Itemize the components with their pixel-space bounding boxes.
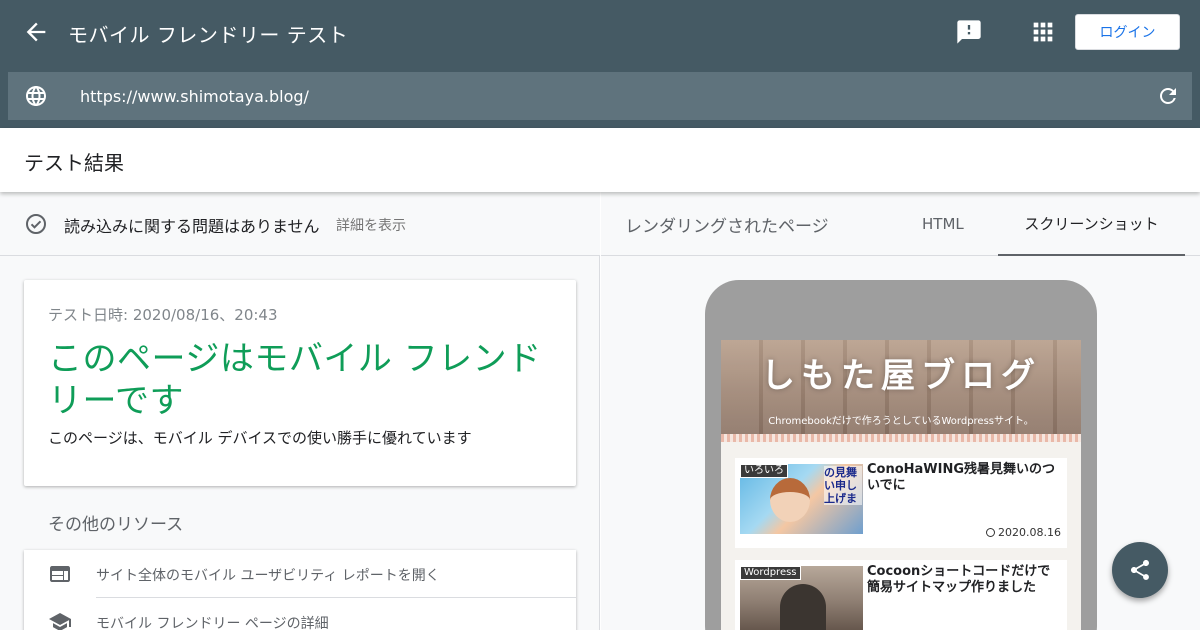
clock-icon [986,528,996,537]
resource-label: モバイル フレンドリー ページの詳細 [96,616,329,630]
blog-header-stripe [721,434,1081,442]
tab-screenshot[interactable]: スクリーンショット [998,192,1185,256]
loading-status-text: 読み込みに関する問題はありません [64,217,320,236]
app-title: モバイル フレンドリー テスト [68,23,349,47]
thumbnail-figure [780,584,826,630]
share-button[interactable] [1112,542,1168,598]
school-icon [49,613,71,630]
loading-status-row: 読み込みに関する問題はありません 詳細を表示 [0,192,600,256]
show-details-link[interactable]: 詳細を表示 [336,215,406,235]
result-card: テスト日時: 2020/08/16、20:43 このページはモバイル フレンドリ… [24,280,576,486]
resource-label: サイト全体のモバイル ユーザビリティ レポートを開く [96,568,440,584]
thumbnail-caption: の見舞い申し上げま [824,466,862,505]
post-date-text: 2020.08.16 [998,526,1061,539]
thumbnail-character [770,478,810,522]
share-icon [1131,560,1149,580]
blog-post-card: Wordpress Cocoonショートコードだけで簡易サイトマップ作りました [735,560,1067,630]
blog-header: しもた屋ブログ Chromebookだけで作ろうとしているWordpressサイ… [721,340,1081,442]
blog-tagline: Chromebookだけで作ろうとしているWordpressサイト。 [768,416,1034,427]
phone-frame: しもた屋ブログ Chromebookだけで作ろうとしているWordpressサイ… [705,280,1097,630]
post-title: Cocoonショートコードだけで簡易サイトマップ作りました [867,564,1051,595]
blog-post-card: の見舞い申し上げま いろいろ ConoHaWING残暑見舞いのついでに 2020… [735,458,1067,548]
post-category: いろいろ [740,464,788,478]
post-category: Wordpress [740,566,801,580]
resource-item-mobile-friendly-details[interactable]: モバイル フレンドリー ページの詳細 [24,598,576,630]
url-bar [8,72,1192,120]
resources-list: サイト全体のモバイル ユーザビリティ レポートを開く モバイル フレンドリー ペ… [24,550,576,630]
check-circle-icon [26,214,46,234]
apps-grid-icon[interactable] [1029,18,1057,46]
arrow-back-icon[interactable] [22,18,50,46]
mobile-friendly-description: このページは、モバイル デバイスでの使い勝手に優れています [48,429,472,447]
phone-screenshot[interactable]: しもた屋ブログ Chromebookだけで作ろうとしているWordpressサイ… [721,340,1081,630]
app-bar-row: モバイル フレンドリー テスト ログイン [0,0,1200,64]
login-button[interactable]: ログイン [1075,14,1180,50]
post-title: ConoHaWING残暑見舞いのついでに [867,462,1056,493]
tab-html[interactable]: HTML [922,192,964,256]
feedback-icon[interactable] [955,18,983,46]
app-bar: モバイル フレンドリー テスト ログイン [0,0,1200,128]
right-panel: レンダリングされたページ HTML スクリーンショット しもた屋ブログ Chro… [601,192,1200,630]
tab-rendered-page[interactable]: レンダリングされたページ [625,192,829,256]
mobile-friendly-heading: このページはモバイル フレンドリーです [48,339,542,421]
results-header: テスト結果 [0,128,1200,192]
results-title: テスト結果 [24,151,124,175]
left-panel: 読み込みに関する問題はありません 詳細を表示 テスト日時: 2020/08/16… [0,192,600,630]
post-date: 2020.08.16 [986,526,1061,539]
refresh-icon[interactable] [1156,84,1180,108]
globe-icon [26,86,46,106]
other-resources-title: その他のリソース [48,515,184,535]
test-date: テスト日時: 2020/08/16、20:43 [48,306,278,324]
url-input[interactable] [80,84,1080,108]
blog-title: しもた屋ブログ [761,356,1041,396]
resource-item-usability-report[interactable]: サイト全体のモバイル ユーザビリティ レポートを開く [24,550,576,597]
web-icon [50,566,70,582]
preview-tabs: レンダリングされたページ HTML スクリーンショット [601,192,1200,256]
